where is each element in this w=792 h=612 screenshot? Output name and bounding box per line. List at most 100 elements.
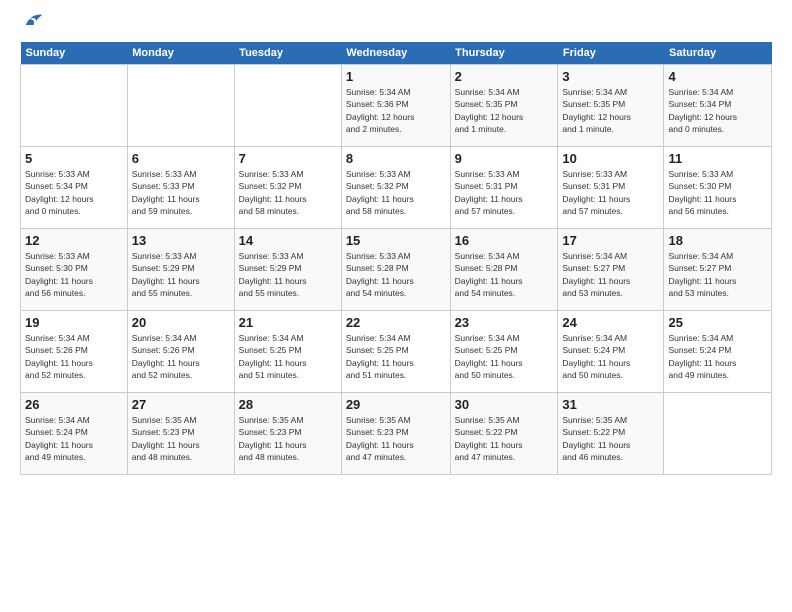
calendar-cell	[234, 65, 341, 147]
cell-day-number: 14	[239, 233, 337, 248]
cell-info-text: Sunrise: 5:33 AMSunset: 5:29 PMDaylight:…	[132, 250, 230, 299]
calendar-cell: 31 Sunrise: 5:35 AMSunset: 5:22 PMDayligh…	[558, 393, 664, 475]
logo-bird-icon	[22, 10, 44, 32]
calendar-cell: 6 Sunrise: 5:33 AMSunset: 5:33 PMDaylight…	[127, 147, 234, 229]
cell-info-text: Sunrise: 5:35 AMSunset: 5:23 PMDaylight:…	[239, 414, 337, 463]
cell-day-number: 15	[346, 233, 446, 248]
cell-info-text: Sunrise: 5:34 AMSunset: 5:36 PMDaylight:…	[346, 86, 446, 135]
cell-day-number: 20	[132, 315, 230, 330]
cell-day-number: 23	[455, 315, 554, 330]
calendar-cell: 25 Sunrise: 5:34 AMSunset: 5:24 PMDayligh…	[664, 311, 772, 393]
cell-info-text: Sunrise: 5:34 AMSunset: 5:27 PMDaylight:…	[668, 250, 767, 299]
cell-day-number: 4	[668, 69, 767, 84]
calendar-header-row: SundayMondayTuesdayWednesdayThursdayFrid…	[21, 42, 772, 65]
cell-day-number: 3	[562, 69, 659, 84]
day-header-saturday: Saturday	[664, 42, 772, 65]
day-header-wednesday: Wednesday	[341, 42, 450, 65]
calendar-cell: 1 Sunrise: 5:34 AMSunset: 5:36 PMDaylight…	[341, 65, 450, 147]
calendar-cell: 12 Sunrise: 5:33 AMSunset: 5:30 PMDayligh…	[21, 229, 128, 311]
cell-day-number: 18	[668, 233, 767, 248]
cell-day-number: 26	[25, 397, 123, 412]
cell-info-text: Sunrise: 5:34 AMSunset: 5:24 PMDaylight:…	[562, 332, 659, 381]
cell-info-text: Sunrise: 5:34 AMSunset: 5:25 PMDaylight:…	[455, 332, 554, 381]
calendar-cell: 29Sunrise: 5:35 AMSunset: 5:23 PMDayligh…	[341, 393, 450, 475]
cell-day-number: 16	[455, 233, 554, 248]
cell-day-number: 7	[239, 151, 337, 166]
cell-info-text: Sunrise: 5:34 AMSunset: 5:25 PMDaylight:…	[346, 332, 446, 381]
calendar-cell: 27 Sunrise: 5:35 AMSunset: 5:23 PMDayligh…	[127, 393, 234, 475]
cell-info-text: Sunrise: 5:33 AMSunset: 5:29 PMDaylight:…	[239, 250, 337, 299]
calendar-week-row: 12 Sunrise: 5:33 AMSunset: 5:30 PMDayligh…	[21, 229, 772, 311]
calendar-cell: 22 Sunrise: 5:34 AMSunset: 5:25 PMDayligh…	[341, 311, 450, 393]
calendar-cell: 18 Sunrise: 5:34 AMSunset: 5:27 PMDayligh…	[664, 229, 772, 311]
cell-info-text: Sunrise: 5:34 AMSunset: 5:28 PMDaylight:…	[455, 250, 554, 299]
cell-day-number: 24	[562, 315, 659, 330]
day-header-friday: Friday	[558, 42, 664, 65]
cell-day-number: 21	[239, 315, 337, 330]
cell-info-text: Sunrise: 5:34 AMSunset: 5:24 PMDaylight:…	[668, 332, 767, 381]
cell-info-text: Sunrise: 5:34 AMSunset: 5:27 PMDaylight:…	[562, 250, 659, 299]
cell-info-text: Sunrise: 5:33 AMSunset: 5:34 PMDaylight:…	[25, 168, 123, 217]
cell-day-number: 5	[25, 151, 123, 166]
calendar-cell: 23 Sunrise: 5:34 AMSunset: 5:25 PMDayligh…	[450, 311, 558, 393]
cell-info-text: Sunrise: 5:34 AMSunset: 5:34 PMDaylight:…	[668, 86, 767, 135]
cell-info-text: Sunrise: 5:33 AMSunset: 5:33 PMDaylight:…	[132, 168, 230, 217]
cell-day-number: 13	[132, 233, 230, 248]
cell-info-text: Sunrise: 5:33 AMSunset: 5:31 PMDaylight:…	[455, 168, 554, 217]
cell-day-number: 11	[668, 151, 767, 166]
header	[20, 18, 772, 32]
cell-day-number: 27	[132, 397, 230, 412]
calendar-cell	[21, 65, 128, 147]
calendar-cell: 2Sunrise: 5:34 AMSunset: 5:35 PMDaylight…	[450, 65, 558, 147]
cell-info-text: Sunrise: 5:34 AMSunset: 5:25 PMDaylight:…	[239, 332, 337, 381]
calendar-cell: 30 Sunrise: 5:35 AMSunset: 5:22 PMDayligh…	[450, 393, 558, 475]
day-header-sunday: Sunday	[21, 42, 128, 65]
cell-day-number: 30	[455, 397, 554, 412]
calendar-cell: 5 Sunrise: 5:33 AMSunset: 5:34 PMDaylight…	[21, 147, 128, 229]
logo	[20, 18, 44, 32]
calendar-cell: 17 Sunrise: 5:34 AMSunset: 5:27 PMDayligh…	[558, 229, 664, 311]
calendar-week-row: 5 Sunrise: 5:33 AMSunset: 5:34 PMDaylight…	[21, 147, 772, 229]
calendar-cell: 15Sunrise: 5:33 AMSunset: 5:28 PMDayligh…	[341, 229, 450, 311]
cell-day-number: 1	[346, 69, 446, 84]
cell-info-text: Sunrise: 5:34 AMSunset: 5:35 PMDaylight:…	[562, 86, 659, 135]
calendar-cell: 28Sunrise: 5:35 AMSunset: 5:23 PMDayligh…	[234, 393, 341, 475]
cell-day-number: 22	[346, 315, 446, 330]
calendar-cell: 3 Sunrise: 5:34 AMSunset: 5:35 PMDaylight…	[558, 65, 664, 147]
cell-day-number: 9	[455, 151, 554, 166]
calendar-week-row: 19 Sunrise: 5:34 AMSunset: 5:26 PMDayligh…	[21, 311, 772, 393]
cell-day-number: 6	[132, 151, 230, 166]
cell-day-number: 17	[562, 233, 659, 248]
cell-day-number: 8	[346, 151, 446, 166]
cell-info-text: Sunrise: 5:34 AMSunset: 5:24 PMDaylight:…	[25, 414, 123, 463]
cell-info-text: Sunrise: 5:35 AMSunset: 5:23 PMDaylight:…	[132, 414, 230, 463]
cell-info-text: Sunrise: 5:34 AMSunset: 5:26 PMDaylight:…	[25, 332, 123, 381]
calendar-week-row: 26 Sunrise: 5:34 AMSunset: 5:24 PMDayligh…	[21, 393, 772, 475]
day-header-tuesday: Tuesday	[234, 42, 341, 65]
calendar-cell: 9 Sunrise: 5:33 AMSunset: 5:31 PMDaylight…	[450, 147, 558, 229]
cell-info-text: Sunrise: 5:33 AMSunset: 5:30 PMDaylight:…	[25, 250, 123, 299]
calendar-cell: 11Sunrise: 5:33 AMSunset: 5:30 PMDayligh…	[664, 147, 772, 229]
cell-day-number: 12	[25, 233, 123, 248]
cell-info-text: Sunrise: 5:35 AMSunset: 5:22 PMDaylight:…	[562, 414, 659, 463]
calendar-cell	[127, 65, 234, 147]
cell-info-text: Sunrise: 5:33 AMSunset: 5:31 PMDaylight:…	[562, 168, 659, 217]
cell-day-number: 29	[346, 397, 446, 412]
cell-info-text: Sunrise: 5:33 AMSunset: 5:32 PMDaylight:…	[346, 168, 446, 217]
calendar-cell: 20 Sunrise: 5:34 AMSunset: 5:26 PMDayligh…	[127, 311, 234, 393]
page: SundayMondayTuesdayWednesdayThursdayFrid…	[0, 0, 792, 612]
cell-day-number: 31	[562, 397, 659, 412]
cell-info-text: Sunrise: 5:34 AMSunset: 5:26 PMDaylight:…	[132, 332, 230, 381]
calendar-cell: 26 Sunrise: 5:34 AMSunset: 5:24 PMDayligh…	[21, 393, 128, 475]
cell-day-number: 19	[25, 315, 123, 330]
cell-day-number: 25	[668, 315, 767, 330]
day-header-thursday: Thursday	[450, 42, 558, 65]
calendar-cell: 7 Sunrise: 5:33 AMSunset: 5:32 PMDaylight…	[234, 147, 341, 229]
calendar-cell: 21 Sunrise: 5:34 AMSunset: 5:25 PMDayligh…	[234, 311, 341, 393]
calendar-cell: 13 Sunrise: 5:33 AMSunset: 5:29 PMDayligh…	[127, 229, 234, 311]
cell-info-text: Sunrise: 5:35 AMSunset: 5:22 PMDaylight:…	[455, 414, 554, 463]
day-header-monday: Monday	[127, 42, 234, 65]
cell-info-text: Sunrise: 5:33 AMSunset: 5:32 PMDaylight:…	[239, 168, 337, 217]
calendar-cell: 16 Sunrise: 5:34 AMSunset: 5:28 PMDayligh…	[450, 229, 558, 311]
calendar-cell: 8 Sunrise: 5:33 AMSunset: 5:32 PMDaylight…	[341, 147, 450, 229]
